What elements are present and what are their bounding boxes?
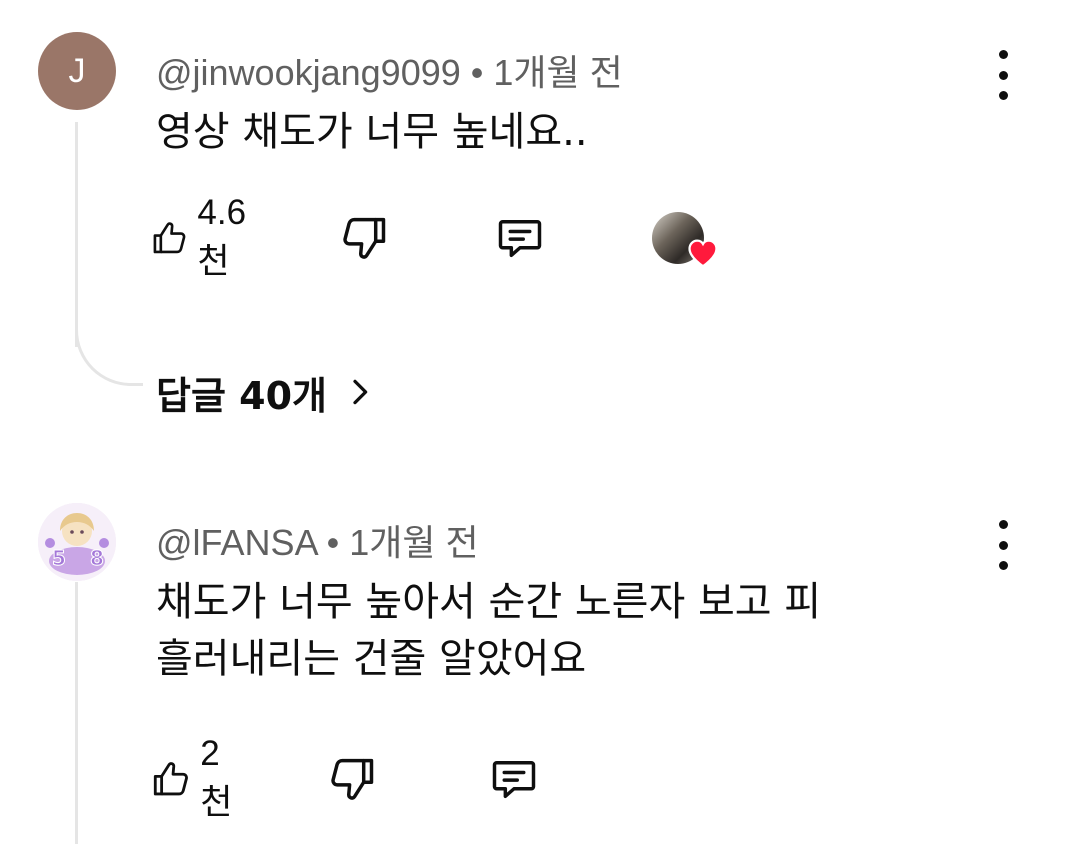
dislike-icon bbox=[331, 758, 374, 800]
avatar[interactable]: 5 8 bbox=[38, 503, 116, 581]
dislike-button[interactable] bbox=[326, 749, 378, 809]
replies-label: 답글 40개 bbox=[156, 373, 327, 418]
comment-time: 1개월 전 bbox=[493, 52, 623, 93]
meta-separator: • bbox=[326, 522, 340, 563]
comment-text: 영상 채도가 너무 높네요.. bbox=[156, 109, 588, 155]
like-count: 4.6천 bbox=[197, 192, 247, 281]
like-count: 2천 bbox=[200, 733, 233, 822]
comment-text-line: 흘러내리는 건줄 알았어요 bbox=[156, 636, 587, 682]
comment-text: 채도가 너무 높아서 순간 노른자 보고 피 흘러내리는 건줄 알았어요 bbox=[156, 574, 956, 688]
like-button[interactable]: 4.6천 bbox=[150, 193, 259, 281]
thread-connector bbox=[75, 330, 143, 386]
comment: 5 8 @lFANSA • 1개월 전 채도가 너무 높아서 순간 노른자 보고… bbox=[0, 470, 1080, 844]
reply-button[interactable] bbox=[494, 208, 546, 268]
chevron-right-icon bbox=[353, 379, 368, 405]
author-handle[interactable]: @lFANSA bbox=[156, 522, 317, 563]
creator-heart bbox=[652, 208, 722, 272]
more-vert-icon[interactable] bbox=[988, 520, 1018, 570]
like-icon bbox=[153, 762, 188, 796]
svg-text:5: 5 bbox=[52, 546, 66, 570]
comment-meta: @jinwookjang9099 • 1개월 전 bbox=[156, 44, 623, 96]
reply-icon bbox=[498, 220, 542, 258]
like-icon bbox=[153, 222, 186, 254]
avatar-letter: J bbox=[68, 51, 86, 90]
comment-meta: @lFANSA • 1개월 전 bbox=[156, 514, 479, 566]
comment-time: 1개월 전 bbox=[349, 522, 479, 563]
thread-line bbox=[75, 582, 78, 844]
like-button[interactable]: 2천 bbox=[150, 734, 242, 822]
heart-icon bbox=[688, 239, 718, 268]
reply-button[interactable] bbox=[488, 749, 540, 809]
dislike-icon bbox=[343, 217, 386, 259]
reply-icon bbox=[492, 761, 536, 799]
comment: J @jinwookjang9099 • 1개월 전 영상 채도가 너무 높네요… bbox=[0, 0, 1080, 470]
thread-line bbox=[75, 122, 78, 347]
dislike-button[interactable] bbox=[338, 208, 390, 268]
avatar[interactable]: J bbox=[38, 32, 116, 110]
view-replies-button[interactable]: 답글 40개 bbox=[156, 364, 375, 420]
svg-text:8: 8 bbox=[90, 546, 104, 570]
comment-text-line: 채도가 너무 높아서 순간 노른자 보고 피 bbox=[156, 579, 822, 625]
more-vert-icon[interactable] bbox=[988, 50, 1018, 100]
author-handle[interactable]: @jinwookjang9099 bbox=[156, 52, 461, 93]
anime-avatar-icon: 5 8 bbox=[38, 503, 116, 581]
meta-separator: • bbox=[470, 52, 484, 93]
